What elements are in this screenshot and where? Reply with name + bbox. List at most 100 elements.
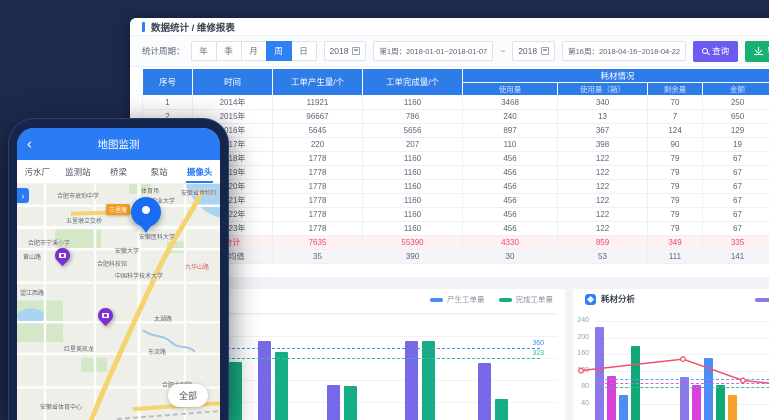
bar: [478, 363, 491, 420]
cell: 650: [703, 110, 769, 124]
map-view[interactable]: 合肥市琥珀中学体育场安徽农业大学安徽省博物院五里墩立交桥安徽医科大学合肥市宁溪小…: [17, 184, 220, 420]
export-excel-button[interactable]: 导出Excel: [745, 41, 769, 62]
y-tick-label: 80: [573, 383, 589, 390]
bar: [495, 399, 508, 420]
map-label: 合肥科技馆: [97, 259, 127, 268]
tab-泵站[interactable]: 泵站: [139, 160, 180, 183]
end-week-input[interactable]: 第16周：2018-04-16~2018-04-22: [562, 41, 686, 61]
cell: 7635: [273, 236, 363, 250]
chart-legend: 产生工单量 完成工单量: [430, 294, 553, 305]
consumables-chart: 耗材分析 4080120160200240: [573, 289, 769, 420]
start-year-value: 2018: [330, 46, 349, 56]
cell: 240: [463, 110, 558, 124]
map-expander-button[interactable]: ›: [17, 188, 29, 203]
cell: 79: [648, 152, 703, 166]
screen: 数据统计 / 维修报表 统计周期： 年季月周日 2018 第1周：2018-01…: [0, 0, 769, 420]
cell: 2014年: [193, 96, 273, 110]
tab-污水厂[interactable]: 污水厂: [17, 160, 58, 183]
cell: 1160: [363, 152, 463, 166]
legend-item[interactable]: 完成工单量: [499, 294, 554, 305]
cell: 79: [648, 194, 703, 208]
legend-swatch: [499, 298, 512, 302]
cell: 456: [463, 152, 558, 166]
cell: 1778: [273, 152, 363, 166]
legend-item[interactable]: 产生工单量: [430, 294, 485, 305]
sub-header-usage: 使用量: [463, 83, 558, 96]
cell: 111: [648, 250, 703, 264]
cell: 250: [703, 96, 769, 110]
map-label: 合肥市琥珀中学: [57, 191, 99, 200]
cell: 786: [363, 110, 463, 124]
cell: 122: [558, 208, 648, 222]
cell: 30: [463, 250, 558, 264]
cell: 5645: [273, 124, 363, 138]
cell: 35: [273, 250, 363, 264]
all-filter-button[interactable]: 全部: [168, 384, 208, 407]
cell: 335: [703, 236, 769, 250]
cell: 67: [703, 208, 769, 222]
analysis-icon: [585, 294, 596, 305]
map-label: 五里墩立交桥: [66, 216, 102, 225]
tab-监测站[interactable]: 监测站: [58, 160, 99, 183]
map-label: 安徽省体育中心: [40, 402, 82, 411]
phone-mockup: ‹ 地图监测 污水厂监测站桥梁泵站摄像头: [8, 118, 229, 420]
camera-icon: [59, 253, 66, 258]
cell: 53: [558, 250, 648, 264]
selected-marker[interactable]: [131, 197, 161, 227]
bar: [275, 352, 288, 420]
back-button[interactable]: ‹: [27, 137, 32, 152]
cell: 96667: [273, 110, 363, 124]
bar: [405, 341, 418, 420]
end-year-picker[interactable]: 2018: [512, 41, 555, 61]
table-row: 62019年177811604561227967: [143, 166, 769, 180]
start-week-value: 第1周：2018-01-01~2018-01-07: [379, 46, 487, 57]
breadcrumb-bar: 数据统计 / 维修报表: [130, 18, 769, 36]
period-option-日[interactable]: 日: [291, 41, 317, 61]
cell: 70: [648, 96, 703, 110]
cell: 1778: [273, 180, 363, 194]
query-button[interactable]: 查询: [693, 41, 738, 62]
map-highlight-label: 三里庵: [106, 204, 130, 215]
end-week-value: 第16周：2018-04-16~2018-04-22: [568, 46, 680, 57]
legend-swatch-cut: [755, 298, 769, 302]
cell: 67: [703, 180, 769, 194]
download-icon: [754, 47, 763, 55]
cell: 11921: [273, 96, 363, 110]
period-option-周[interactable]: 周: [266, 41, 292, 61]
period-option-月[interactable]: 月: [241, 41, 267, 61]
selected-marker-tail: [141, 226, 151, 238]
map-label: 安徽大学: [115, 246, 139, 255]
bar: [344, 386, 357, 420]
cell: 349: [648, 236, 703, 250]
table-row: 22015年96667786240137650: [143, 110, 769, 124]
col-header-completed: 工单完成量/个: [363, 69, 463, 96]
cell: 1160: [363, 96, 463, 110]
period-option-季[interactable]: 季: [216, 41, 242, 61]
start-week-input[interactable]: 第1周：2018-01-01~2018-01-07: [373, 41, 493, 61]
camera-icon: [102, 313, 109, 318]
start-year-picker[interactable]: 2018: [324, 41, 367, 61]
map-label: 东流路: [148, 347, 166, 356]
y-tick-label: 240: [573, 317, 589, 324]
cell: 122: [558, 194, 648, 208]
ref-line-label: 360: [532, 340, 544, 347]
tab-摄像头[interactable]: 摄像头: [179, 160, 220, 183]
calendar-icon: [352, 47, 360, 55]
cell: 110: [463, 138, 558, 152]
y-tick-label: 160: [573, 350, 589, 357]
phone-screen: ‹ 地图监测 污水厂监测站桥梁泵站摄像头: [17, 128, 220, 420]
cell: 5656: [363, 124, 463, 138]
map-label: 望江西路: [20, 288, 44, 297]
cell: 55390: [363, 236, 463, 250]
cell: 141: [703, 250, 769, 264]
tab-桥梁[interactable]: 桥梁: [98, 160, 139, 183]
breadcrumb: 数据统计 / 维修报表: [151, 20, 235, 34]
legend-label: 产生工单量: [447, 294, 485, 305]
table-row: 72020年177811604561227967: [143, 180, 769, 194]
consumables-plot: [595, 313, 769, 420]
period-option-年[interactable]: 年: [191, 41, 217, 61]
average-row: 平均值353903053111141: [143, 250, 769, 264]
cell: 1778: [273, 208, 363, 222]
col-header-time: 时间: [193, 69, 273, 96]
table-area: 序号 时间 工单产生量/个 工单完成量/个 耗材情况 使用量 使用量（箱） 剩余…: [142, 68, 769, 264]
